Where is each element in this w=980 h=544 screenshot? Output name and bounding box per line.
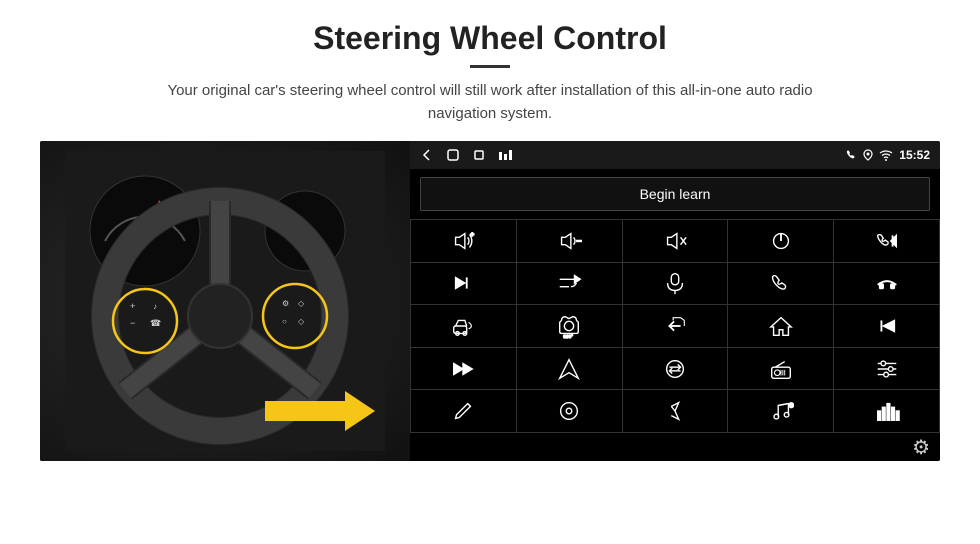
location-icon (863, 149, 873, 161)
music-button[interactable]: ⚙ (728, 390, 833, 432)
mic-button[interactable] (623, 263, 728, 305)
page-title: Steering Wheel Control (40, 20, 940, 57)
horn-button[interactable] (411, 305, 516, 347)
svg-text:○: ○ (282, 317, 287, 326)
wheel-background: + ♪ − ☎ ⚙ ◇ ○ ◇ (40, 141, 410, 461)
cd-button[interactable] (517, 390, 622, 432)
svg-text:◇: ◇ (298, 317, 305, 326)
home-square-icon (446, 148, 460, 162)
title-section: Steering Wheel Control Your original car… (40, 20, 940, 125)
steering-wheel-image: + ♪ − ☎ ⚙ ◇ ○ ◇ (40, 141, 410, 461)
radio-button[interactable] (728, 348, 833, 390)
android-ui-panel: 15:52 Begin learn + − (410, 141, 940, 461)
status-time: 15:52 (899, 148, 930, 162)
equalizer-swap-button[interactable] (623, 348, 728, 390)
back-icon (420, 148, 434, 162)
hang-up-button[interactable] (834, 263, 939, 305)
phone-call-button[interactable] (728, 263, 833, 305)
page-wrapper: Steering Wheel Control Your original car… (0, 0, 980, 471)
camera360-button[interactable]: 360° (517, 305, 622, 347)
content-row: + ♪ − ☎ ⚙ ◇ ○ ◇ (40, 141, 940, 461)
status-bar-right: 15:52 (845, 148, 930, 162)
page-subtitle: Your original car's steering wheel contr… (140, 80, 840, 125)
settings-gear-button[interactable]: ⚙ (912, 435, 930, 460)
steering-wheel-svg: + ♪ − ☎ ⚙ ◇ ○ ◇ (65, 151, 385, 451)
status-bar-left (420, 148, 514, 162)
title-divider (470, 65, 510, 68)
phone-status-icon (845, 149, 857, 161)
spectrum-button[interactable] (834, 390, 939, 432)
vol-up-button[interactable]: + (411, 220, 516, 262)
navigate-button[interactable] (517, 348, 622, 390)
svg-text:+: + (130, 301, 135, 311)
svg-text:♪: ♪ (153, 302, 157, 311)
home-nav-button[interactable] (728, 305, 833, 347)
wifi-icon (879, 149, 893, 161)
recent-apps-icon (472, 148, 486, 162)
skip-next-button[interactable] (411, 263, 516, 305)
power-button[interactable] (728, 220, 833, 262)
svg-text:◇: ◇ (298, 299, 305, 308)
svg-text:⚙: ⚙ (282, 299, 289, 308)
status-bar: 15:52 (410, 141, 940, 169)
prev-track-phone-button[interactable] (834, 220, 939, 262)
settings-sliders-button[interactable] (834, 348, 939, 390)
vol-down-button[interactable]: − (517, 220, 622, 262)
svg-text:+: + (471, 231, 475, 238)
begin-learn-row: Begin learn (410, 169, 940, 219)
sim-icon (498, 148, 514, 162)
svg-text:−: − (130, 318, 135, 328)
bottom-bar: ⚙ (410, 433, 940, 461)
bluetooth-button[interactable] (623, 390, 728, 432)
shuffle-button[interactable] (517, 263, 622, 305)
svg-text:−: − (577, 236, 583, 246)
svg-text:360°: 360° (564, 334, 574, 339)
svg-text:☎: ☎ (150, 318, 161, 328)
icons-grid: + − (410, 219, 940, 433)
svg-text:⚙: ⚙ (788, 401, 794, 409)
back-nav-button[interactable] (623, 305, 728, 347)
edit-button[interactable] (411, 390, 516, 432)
begin-learn-button[interactable]: Begin learn (420, 177, 930, 211)
vol-mute-button[interactable] (623, 220, 728, 262)
skip-back-button[interactable] (834, 305, 939, 347)
fast-forward-button[interactable] (411, 348, 516, 390)
